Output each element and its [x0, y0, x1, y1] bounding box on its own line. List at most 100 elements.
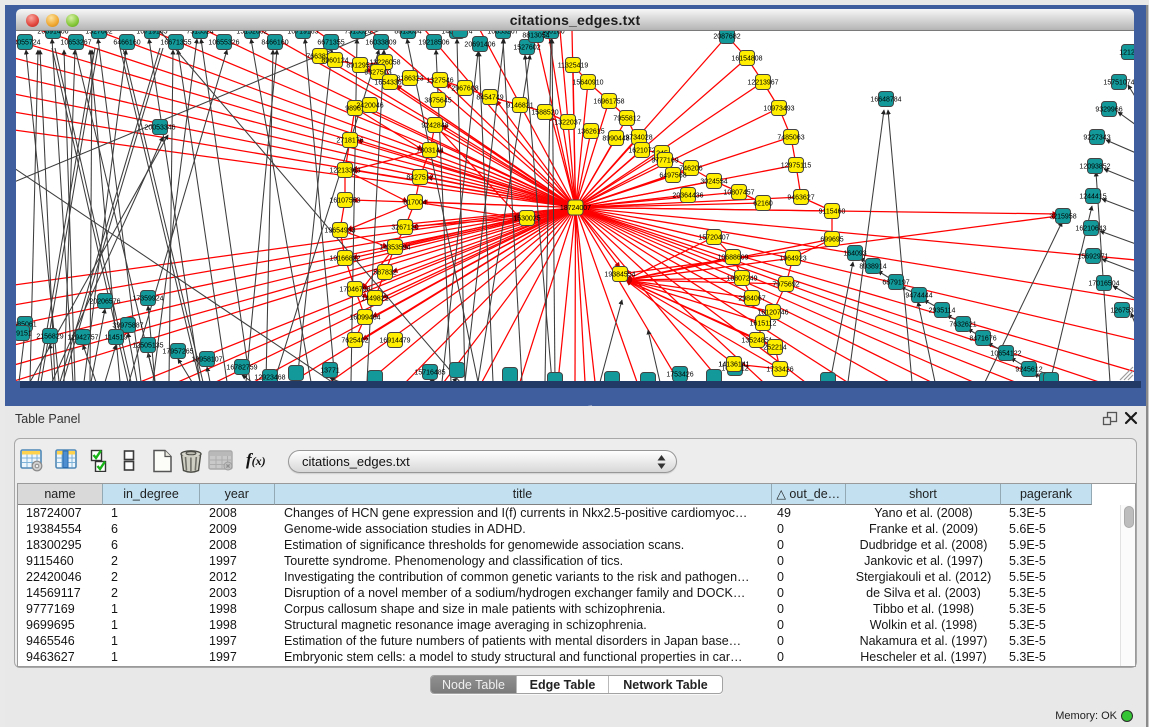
svg-text:2420046: 2420046: [356, 102, 383, 109]
svg-text:17016504: 17016504: [1088, 280, 1119, 287]
svg-text:6497568: 6497568: [659, 172, 686, 179]
svg-text:19218506: 19218506: [418, 39, 449, 46]
svg-text:16107553: 16107553: [329, 197, 360, 204]
svg-text:16099484: 16099484: [349, 314, 380, 321]
svg-text:17046798: 17046798: [339, 286, 370, 293]
svg-text:16961758: 16961758: [593, 98, 624, 105]
svg-text:1588520: 1588520: [531, 109, 558, 116]
svg-text:2967608: 2967608: [451, 85, 478, 92]
svg-text:10654122: 10654122: [990, 350, 1021, 357]
svg-text:9329966: 9329966: [1095, 106, 1122, 113]
svg-text:1527602: 1527602: [85, 31, 112, 35]
svg-text:6466160: 6466160: [113, 39, 140, 46]
svg-text:7975692: 7975692: [772, 281, 799, 288]
svg-text:20053346: 20053346: [144, 124, 175, 131]
svg-text:18807249: 18807249: [726, 275, 757, 282]
svg-text:7515524: 7515524: [186, 31, 213, 35]
svg-text:17359924: 17359924: [132, 295, 163, 302]
svg-text:15640910: 15640910: [572, 79, 603, 86]
svg-text:19166822: 19166822: [329, 255, 360, 262]
svg-text:3875645: 3875645: [424, 97, 451, 104]
svg-text:18724007: 18724007: [560, 205, 591, 212]
svg-text:2156829: 2156829: [36, 333, 63, 340]
svg-text:9734028: 9734028: [625, 134, 652, 141]
svg-text:1322037: 1322037: [554, 119, 581, 126]
svg-text:6879197: 6879197: [882, 279, 909, 286]
svg-text:6671355: 6671355: [317, 39, 344, 46]
svg-text:13771: 13771: [320, 367, 340, 374]
svg-text:114519: 114519: [105, 334, 128, 341]
svg-text:9474444: 9474444: [905, 292, 932, 299]
svg-text:10653267: 10653267: [60, 39, 91, 46]
svg-text:15692971: 15692971: [1077, 253, 1108, 260]
svg-text:16671355: 16671355: [160, 39, 191, 46]
svg-text:1621072: 1621072: [628, 147, 655, 154]
svg-text:10719185: 10719185: [136, 31, 167, 35]
svg-text:3267130: 3267130: [391, 224, 418, 231]
svg-text:39151: 39151: [16, 330, 32, 337]
svg-text:817004: 817004: [403, 199, 426, 206]
svg-text:10653267: 10653267: [487, 31, 518, 35]
svg-text:15720407: 15720407: [698, 234, 729, 241]
svg-text:20206576: 20206576: [89, 298, 120, 305]
svg-text:8813054: 8813054: [394, 31, 421, 35]
svg-text:14136141: 14136141: [718, 361, 749, 368]
svg-text:9115460: 9115460: [819, 208, 846, 215]
svg-text:15716485: 15716485: [414, 369, 445, 376]
svg-text:10958107: 10958107: [191, 356, 222, 363]
svg-text:12505135: 12505135: [132, 342, 163, 349]
svg-text:7632621: 7632621: [949, 321, 976, 328]
svg-text:746206: 746206: [679, 165, 702, 172]
svg-text:8471676: 8471676: [969, 335, 996, 342]
svg-text:10719185: 10719185: [287, 31, 318, 35]
svg-text:1964923: 1964923: [779, 255, 806, 262]
svg-text:1244415: 1244415: [1079, 193, 1106, 200]
svg-text:7625402: 7625402: [341, 337, 368, 344]
svg-text:16914479: 16914479: [379, 337, 410, 344]
svg-text:7803144: 7803144: [416, 147, 443, 154]
svg-text:9245612: 9245612: [1015, 366, 1042, 373]
svg-text:8186323: 8186323: [396, 75, 423, 82]
svg-text:16033809: 16033809: [365, 39, 396, 46]
svg-text:587832: 587832: [373, 269, 396, 276]
svg-text:9146821: 9146821: [506, 102, 533, 109]
svg-text:12213363: 12213363: [329, 167, 360, 174]
svg-text:1449822: 1449822: [361, 295, 388, 302]
svg-text:20691406: 20691406: [464, 41, 495, 48]
svg-text:16154808: 16154808: [731, 55, 762, 62]
svg-text:10807457: 10807457: [723, 189, 754, 196]
svg-text:2984067: 2984067: [738, 295, 765, 302]
svg-text:14353594: 14353594: [379, 244, 410, 251]
svg-text:7485063: 7485063: [777, 134, 804, 141]
svg-text:62160: 62160: [753, 200, 773, 207]
svg-text:12923468: 12923468: [254, 374, 285, 381]
svg-text:11325419: 11325419: [558, 62, 589, 69]
svg-text:12975115: 12975115: [781, 162, 812, 169]
svg-text:9227343: 9227343: [1083, 134, 1110, 141]
svg-text:1530025: 1530025: [513, 215, 540, 222]
svg-text:12125: 12125: [1119, 49, 1134, 56]
svg-text:252214: 252214: [763, 344, 786, 351]
svg-text:1327546: 1327546: [426, 77, 453, 84]
svg-text:1753426: 1753426: [666, 371, 693, 378]
svg-text:9242848: 9242848: [421, 122, 448, 129]
svg-text:16210643: 16210643: [1075, 225, 1106, 232]
svg-text:1733426: 1733426: [766, 366, 793, 373]
svg-text:2718176: 2718176: [336, 137, 363, 144]
svg-text:10688609: 10688609: [717, 254, 748, 261]
svg-text:1527602: 1527602: [513, 44, 540, 51]
svg-text:3024554: 3024554: [700, 178, 727, 185]
svg-text:8960124: 8960124: [321, 57, 348, 64]
svg-text:12213967: 12213967: [747, 79, 778, 86]
svg-text:9463627: 9463627: [787, 194, 814, 201]
svg-text:2087682: 2087682: [713, 33, 740, 40]
svg-text:8427512: 8427512: [406, 174, 433, 181]
svg-text:12942757: 12942757: [67, 334, 98, 341]
svg-text:20691406: 20691406: [37, 31, 68, 35]
svg-text:8454749: 8454749: [476, 94, 503, 101]
svg-text:14055724: 14055724: [16, 39, 41, 46]
svg-text:12093852: 12093852: [1079, 163, 1110, 170]
svg-text:16648784: 16648784: [870, 96, 901, 103]
svg-text:3215958: 3215958: [1049, 213, 1076, 220]
svg-text:8813054: 8813054: [522, 32, 549, 39]
